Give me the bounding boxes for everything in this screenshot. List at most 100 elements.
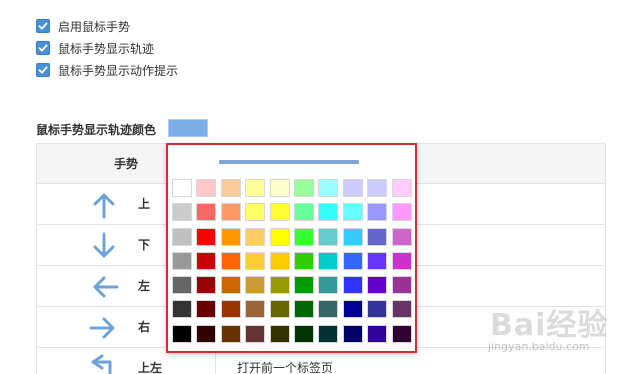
color-swatch-cell[interactable] — [391, 300, 412, 319]
color-swatch-cell[interactable] — [318, 324, 339, 343]
color-swatch-cell[interactable] — [367, 179, 388, 197]
color-swatch-cell[interactable] — [269, 179, 290, 197]
color-swatch-cell[interactable] — [220, 227, 241, 246]
color-swatch-cell[interactable] — [342, 179, 363, 197]
show-trail-checkbox[interactable] — [36, 41, 50, 55]
enable-gesture-checkbox[interactable] — [36, 19, 50, 33]
color-swatch-cell[interactable] — [367, 300, 388, 319]
checkmark-icon — [38, 44, 48, 52]
color-swatch-cell[interactable] — [269, 276, 290, 295]
color-swatch-cell[interactable] — [245, 324, 266, 343]
color-swatch-cell[interactable] — [196, 324, 217, 343]
gesture-label: 上左 — [138, 361, 163, 374]
show-hint-checkbox[interactable] — [36, 63, 50, 77]
watermark: Bai经验 jingyan.baidu.com — [470, 300, 630, 360]
color-swatch-cell[interactable] — [318, 203, 339, 222]
color-swatch-cell[interactable] — [172, 324, 192, 343]
color-picker-popup — [166, 143, 417, 353]
color-swatch-cell[interactable] — [391, 251, 412, 270]
color-swatch-cell[interactable] — [196, 227, 217, 246]
color-swatch-cell[interactable] — [293, 179, 314, 197]
arrow-up-icon — [89, 190, 119, 220]
color-swatch-cell[interactable] — [220, 251, 241, 270]
color-swatch-cell[interactable] — [196, 203, 217, 222]
color-swatch-cell[interactable] — [172, 300, 192, 319]
trail-color-label: 鼠标手势显示轨迹颜色 — [36, 123, 157, 137]
color-swatch-cell[interactable] — [391, 227, 412, 246]
arrow-up-left-icon — [89, 354, 119, 374]
color-swatch-cell[interactable] — [342, 300, 363, 319]
color-swatch-cell[interactable] — [220, 179, 241, 197]
show-hint-label: 鼠标手势显示动作提示 — [58, 63, 179, 78]
color-swatch-cell[interactable] — [269, 324, 290, 343]
trail-color-swatch[interactable] — [168, 119, 208, 137]
enable-gesture-label: 启用鼠标手势 — [58, 19, 131, 34]
checkmark-icon — [38, 22, 48, 30]
color-swatch-cell[interactable] — [342, 324, 363, 343]
color-swatch-cell[interactable] — [342, 227, 363, 246]
color-palette-grid — [172, 179, 412, 343]
color-swatch-cell[interactable] — [293, 300, 314, 319]
color-swatch-cell[interactable] — [196, 179, 217, 197]
color-swatch-cell[interactable] — [318, 179, 339, 197]
arrow-down-icon — [89, 231, 119, 261]
color-swatch-cell[interactable] — [245, 227, 266, 246]
color-swatch-cell[interactable] — [245, 203, 266, 222]
color-swatch-cell[interactable] — [172, 203, 192, 222]
color-swatch-cell[interactable] — [220, 276, 241, 295]
color-swatch-cell[interactable] — [293, 251, 314, 270]
color-swatch-cell[interactable] — [245, 251, 266, 270]
color-swatch-cell[interactable] — [391, 276, 412, 295]
show-trail-row[interactable]: 鼠标手势显示轨迹 — [36, 39, 154, 57]
color-swatch-cell[interactable] — [318, 227, 339, 246]
color-swatch-cell[interactable] — [269, 300, 290, 319]
color-swatch-cell[interactable] — [367, 251, 388, 270]
color-swatch-cell[interactable] — [196, 276, 217, 295]
gesture-label: 下 — [138, 238, 151, 252]
arrow-left-icon — [89, 272, 119, 302]
color-swatch-cell[interactable] — [293, 324, 314, 343]
color-swatch-cell[interactable] — [220, 324, 241, 343]
color-swatch-cell[interactable] — [391, 324, 412, 343]
trail-preview-line — [219, 160, 359, 164]
color-swatch-cell[interactable] — [172, 251, 192, 270]
checkmark-icon — [38, 66, 48, 74]
enable-gesture-row[interactable]: 启用鼠标手势 — [36, 17, 130, 35]
color-swatch-cell[interactable] — [367, 324, 388, 343]
color-swatch-cell[interactable] — [391, 203, 412, 222]
color-swatch-cell[interactable] — [342, 276, 363, 295]
color-swatch-cell[interactable] — [367, 276, 388, 295]
watermark-url: jingyan.baidu.com — [488, 340, 590, 353]
color-swatch-cell[interactable] — [269, 227, 290, 246]
color-swatch-cell[interactable] — [318, 276, 339, 295]
color-swatch-cell[interactable] — [367, 203, 388, 222]
color-swatch-cell[interactable] — [172, 276, 192, 295]
color-swatch-cell[interactable] — [342, 203, 363, 222]
gesture-label: 左 — [138, 279, 151, 293]
color-swatch-cell[interactable] — [196, 300, 217, 319]
color-swatch-cell[interactable] — [318, 300, 339, 319]
show-hint-row[interactable]: 鼠标手势显示动作提示 — [36, 61, 178, 79]
color-swatch-cell[interactable] — [342, 251, 363, 270]
watermark-logo: Bai经验 — [490, 308, 609, 343]
color-swatch-cell[interactable] — [269, 251, 290, 270]
show-trail-label: 鼠标手势显示轨迹 — [58, 41, 155, 56]
color-swatch-cell[interactable] — [172, 227, 192, 246]
gesture-label: 上 — [138, 197, 151, 211]
color-swatch-cell[interactable] — [293, 203, 314, 222]
color-swatch-cell[interactable] — [172, 179, 192, 197]
arrow-right-icon — [89, 313, 119, 343]
color-swatch-cell[interactable] — [269, 203, 290, 222]
color-swatch-cell[interactable] — [293, 227, 314, 246]
color-swatch-cell[interactable] — [220, 300, 241, 319]
color-swatch-cell[interactable] — [367, 227, 388, 246]
color-swatch-cell[interactable] — [220, 203, 241, 222]
color-swatch-cell[interactable] — [318, 251, 339, 270]
color-swatch-cell[interactable] — [196, 251, 217, 270]
color-swatch-cell[interactable] — [391, 179, 412, 197]
color-swatch-cell[interactable] — [245, 179, 266, 197]
color-swatch-cell[interactable] — [293, 276, 314, 295]
color-swatch-cell[interactable] — [245, 276, 266, 295]
color-swatch-cell[interactable] — [245, 300, 266, 319]
gesture-label: 右 — [138, 320, 151, 334]
